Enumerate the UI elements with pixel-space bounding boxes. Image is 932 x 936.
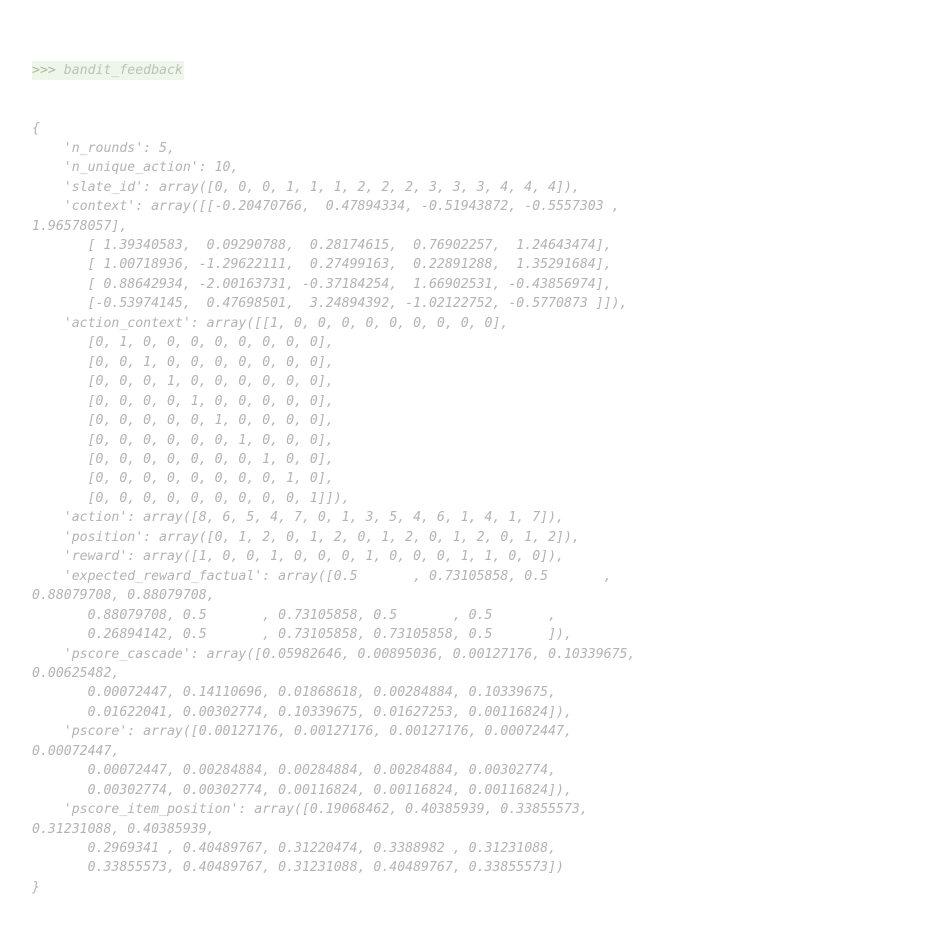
- repl-output-line: 'pscore_item_position': array([0.1906846…: [32, 802, 588, 818]
- repl-output-line: 1.96578057],: [32, 218, 128, 234]
- repl-output-line: [ 1.39340583, 0.09290788, 0.28174615, 0.…: [32, 237, 612, 253]
- repl-output-line: 'action': array([8, 6, 5, 4, 7, 0, 1, 3,…: [32, 510, 564, 526]
- repl-output-line: 0.00625482,: [32, 665, 120, 681]
- repl-output-line: }: [32, 879, 40, 895]
- repl-output-line: 'expected_reward_factual': array([0.5 , …: [32, 568, 612, 584]
- repl-prompt-symbol: >>>: [32, 62, 56, 78]
- repl-output-line: [ 1.00718936, -1.29622111, 0.27499163, 0…: [32, 257, 612, 273]
- repl-output-line: 'position': array([0, 1, 2, 0, 1, 2, 0, …: [32, 529, 580, 545]
- repl-output-line: [0, 0, 0, 0, 0, 0, 0, 1, 0, 0],: [32, 451, 334, 467]
- repl-output-lines: { 'n_rounds': 5, 'n_unique_action': 10, …: [32, 119, 922, 897]
- repl-output-line: 0.2969341 , 0.40489767, 0.31220474, 0.33…: [32, 841, 557, 857]
- repl-output-line: 'context': array([[-0.20470766, 0.478943…: [32, 199, 620, 215]
- python-repl-output-block: >>> bandit_feedback { 'n_rounds': 5, 'n_…: [0, 0, 932, 932]
- repl-output-line: [ 0.88642934, -2.00163731, -0.37184254, …: [32, 276, 612, 292]
- repl-output-line: [0, 0, 0, 0, 0, 0, 1, 0, 0, 0],: [32, 432, 334, 448]
- repl-output-line: 'pscore_cascade': array([0.05982646, 0.0…: [32, 646, 636, 662]
- repl-output-line: 0.31231088, 0.40385939,: [32, 821, 215, 837]
- code-area[interactable]: >>> bandit_feedback { 'n_rounds': 5, 'n_…: [0, 22, 932, 936]
- repl-output-line: 0.26894142, 0.5 , 0.73105858, 0.73105858…: [32, 627, 572, 643]
- repl-output-line: 'pscore': array([0.00127176, 0.00127176,…: [32, 724, 572, 740]
- repl-output-line: 'n_rounds': 5,: [32, 140, 175, 156]
- repl-output-line: {: [32, 121, 40, 137]
- repl-output-line: 'action_context': array([[1, 0, 0, 0, 0,…: [32, 315, 509, 331]
- repl-output-line: 'slate_id': array([0, 0, 0, 1, 1, 1, 2, …: [32, 179, 580, 195]
- repl-output-line: [0, 0, 0, 0, 1, 0, 0, 0, 0, 0],: [32, 393, 334, 409]
- repl-output-line: 0.01622041, 0.00302774, 0.10339675, 0.01…: [32, 704, 572, 720]
- repl-output-line: [-0.53974145, 0.47698501, 3.24894392, -1…: [32, 296, 628, 312]
- repl-output-line: [0, 0, 0, 0, 0, 0, 0, 0, 1, 0],: [32, 471, 334, 487]
- repl-output-line: [0, 0, 0, 0, 0, 1, 0, 0, 0, 0],: [32, 413, 334, 429]
- repl-output-line: [0, 0, 0, 1, 0, 0, 0, 0, 0, 0],: [32, 374, 334, 390]
- repl-output-line: 0.00072447, 0.14110696, 0.01868618, 0.00…: [32, 685, 557, 701]
- repl-output-line: 0.33855573, 0.40489767, 0.31231088, 0.40…: [32, 860, 564, 876]
- repl-prompt-line: >>> bandit_feedback: [32, 60, 184, 81]
- repl-output-line: 0.00072447, 0.00284884, 0.00284884, 0.00…: [32, 763, 557, 779]
- repl-output-line: 'reward': array([1, 0, 0, 1, 0, 0, 0, 1,…: [32, 549, 564, 565]
- repl-output-line: 0.00072447,: [32, 743, 120, 759]
- repl-output-line: [0, 0, 0, 0, 0, 0, 0, 0, 0, 1]]),: [32, 490, 350, 506]
- repl-output-line: 0.00302774, 0.00302774, 0.00116824, 0.00…: [32, 782, 572, 798]
- repl-output-line: 0.88079708, 0.5 , 0.73105858, 0.5 , 0.5 …: [32, 607, 557, 623]
- repl-output-line: 'n_unique_action': 10,: [32, 160, 239, 176]
- repl-output-line: [0, 0, 1, 0, 0, 0, 0, 0, 0, 0],: [32, 354, 334, 370]
- prompt-line-wrapper: >>> bandit_feedback: [32, 60, 922, 81]
- repl-output-line: [0, 1, 0, 0, 0, 0, 0, 0, 0, 0],: [32, 335, 334, 351]
- repl-prompt-expression: bandit_feedback: [55, 62, 183, 78]
- repl-output-line: 0.88079708, 0.88079708,: [32, 588, 215, 604]
